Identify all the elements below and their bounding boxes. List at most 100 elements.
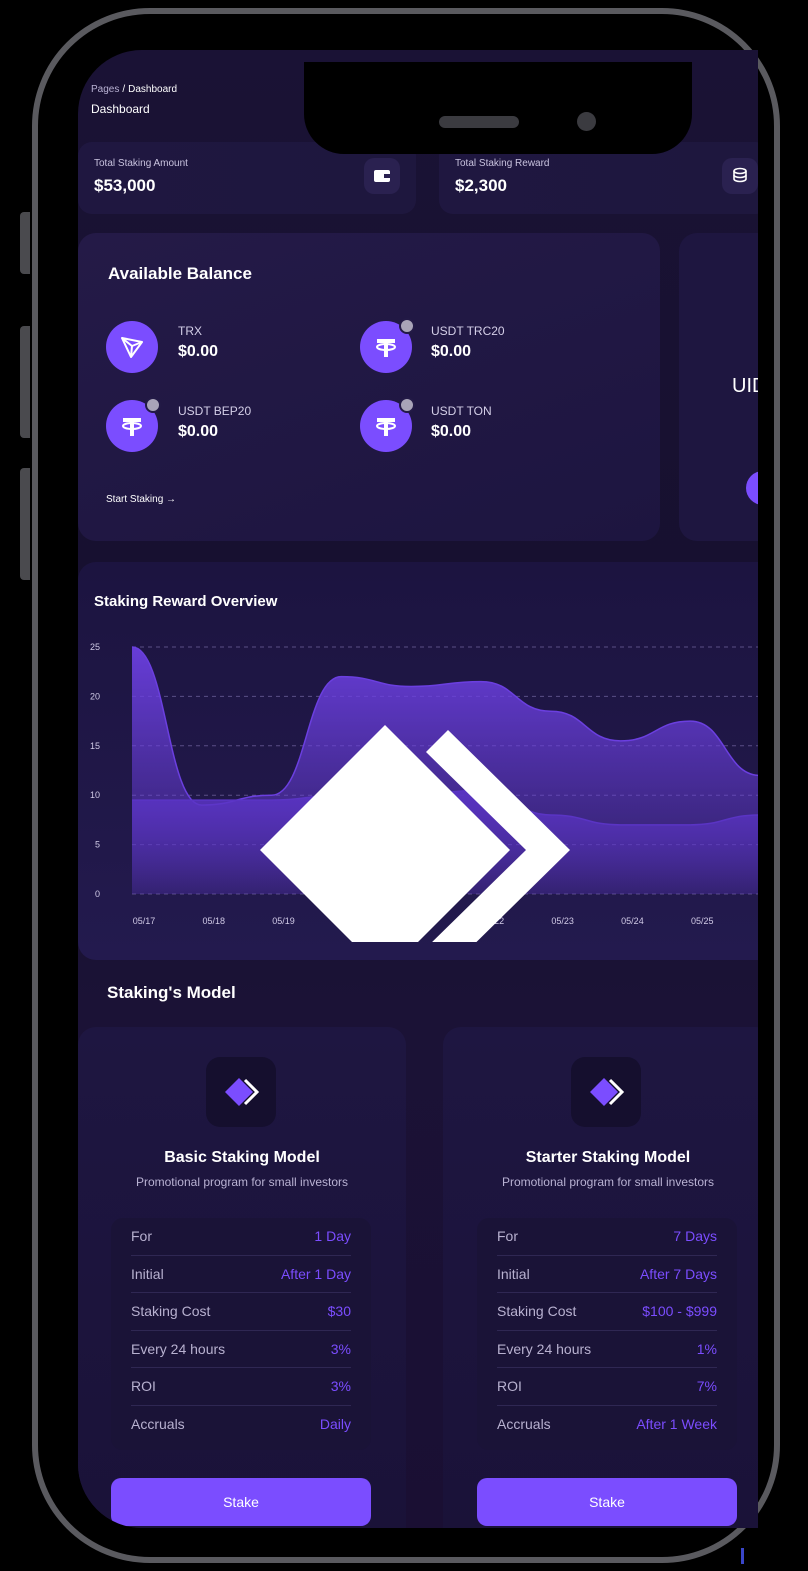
model-terms-table: For 1 Day Initial After 1 Day Staking Cost… [111, 1218, 371, 1450]
model-card-starter: Starter Staking Model Promotional progra… [443, 1027, 758, 1528]
balance-title: Available Balance [108, 264, 252, 283]
stat-label: Total Staking Reward [455, 158, 550, 169]
stake-button[interactable]: Stake [111, 1478, 371, 1526]
models-section-title: Staking's Model [107, 983, 236, 1002]
x-tick-label: 05/23 [551, 916, 574, 926]
term-row: Initial After 1 Day [131, 1256, 351, 1293]
term-row: Initial After 7 Days [497, 1256, 717, 1293]
staking-reward-chart-card: Staking Reward Overview 0 5 10 15 20 25 05/17 0… [78, 562, 758, 960]
term-value: $100 - $999 [642, 1303, 717, 1320]
coin-name: USDT BEP20 [178, 404, 252, 418]
term-label: Every 24 hours [131, 1340, 226, 1357]
term-row: ROI 7% [497, 1368, 717, 1406]
stat-label: Total Staking Amount [94, 158, 188, 169]
staking-reward-chart: 051015202505/1705/1805/1905/2005/2105/22… [90, 642, 758, 942]
y-tick-label: 15 [90, 741, 100, 751]
term-value: 1 Day [314, 1228, 351, 1245]
coin-name: TRX [178, 324, 202, 338]
network-badge-icon [399, 318, 415, 334]
coin-name: USDT TON [431, 404, 492, 418]
uid-action-button[interactable] [746, 471, 758, 505]
term-value: 3% [330, 1340, 351, 1357]
term-value: Daily [319, 1416, 351, 1433]
model-description: Promotional program for small investors [501, 1175, 715, 1189]
term-row: Staking Cost $100 - $999 [497, 1293, 717, 1331]
term-label: For [497, 1228, 518, 1245]
x-tick-label: 05/19 [272, 916, 295, 926]
coin-value: $0.00 [178, 423, 219, 440]
term-label: Staking Cost [131, 1303, 211, 1320]
wallet-icon [364, 158, 400, 194]
term-label: Initial [131, 1265, 164, 1282]
term-row: Accruals Daily [131, 1406, 351, 1444]
y-tick-label: 10 [90, 790, 100, 800]
chart-title: Staking Reward Overview [94, 593, 278, 610]
breadcrumb: Pages / Dashboard [91, 84, 177, 95]
term-row: Every 24 hours 3% [131, 1331, 351, 1368]
term-value: After 1 Week [636, 1416, 717, 1433]
term-row: ROI 3% [131, 1368, 351, 1406]
coin-value: $0.00 [431, 423, 472, 440]
term-row: For 7 Days [497, 1218, 717, 1256]
breadcrumb-parent[interactable]: Pages [91, 84, 119, 95]
model-description: Promotional program for small investors [135, 1175, 349, 1189]
term-value: 3% [330, 1378, 351, 1395]
tron-icon [106, 321, 158, 373]
x-tick-label: 05/18 [203, 916, 226, 926]
scroll-indicator[interactable] [741, 1548, 744, 1564]
stat-value: $2,300 [455, 176, 507, 195]
y-tick-label: 20 [90, 691, 100, 701]
tether-icon [360, 397, 415, 452]
volume-up-button [20, 326, 30, 438]
term-row: Staking Cost $30 [131, 1293, 351, 1331]
mute-switch [20, 212, 30, 274]
available-balance-card: Available Balance TRX $0.00 USDT TRC20 $… [78, 233, 660, 541]
y-tick-label: 25 [90, 642, 100, 652]
term-value: 1% [696, 1340, 717, 1357]
x-tick-label: 05/25 [691, 916, 714, 926]
term-value: $30 [327, 1303, 351, 1320]
stat-value: $53,000 [94, 176, 156, 195]
model-name: Starter Staking Model [525, 1149, 691, 1166]
model-card-basic: Basic Staking Model Promotional program … [78, 1027, 406, 1528]
front-camera [577, 112, 596, 131]
term-value: 7 Days [673, 1228, 717, 1245]
y-tick-label: 5 [95, 840, 100, 850]
model-logo-icon [206, 1057, 276, 1127]
model-logo-icon [571, 1057, 641, 1127]
volume-down-button [20, 468, 30, 580]
coin-name: USDT TRC20 [431, 324, 505, 338]
phone-notch [304, 62, 692, 154]
start-staking-link[interactable]: Start Staking → [106, 494, 176, 505]
term-label: Accruals [497, 1416, 551, 1433]
term-label: ROI [131, 1378, 156, 1395]
term-value: After 7 Days [639, 1265, 717, 1282]
app-screen: Pages / Dashboard Dashboard Total Staking … [78, 50, 758, 1528]
network-badge-icon [145, 397, 161, 413]
term-row: Accruals After 1 Week [497, 1406, 717, 1444]
term-label: Initial [497, 1265, 530, 1282]
model-name: Basic Staking Model [164, 1149, 320, 1166]
term-value: 7% [696, 1378, 717, 1395]
term-label: ROI [497, 1378, 522, 1395]
term-row: Every 24 hours 1% [497, 1331, 717, 1368]
term-row: For 1 Day [131, 1218, 351, 1256]
term-label: Accruals [131, 1416, 185, 1433]
stake-button[interactable]: Stake [477, 1478, 737, 1526]
x-tick-label: 05/24 [621, 916, 644, 926]
coin-value: $0.00 [431, 343, 472, 360]
x-tick-label: 05/17 [133, 916, 156, 926]
speaker-grille [439, 116, 519, 128]
breadcrumb-separator: / [122, 84, 126, 95]
uid-label: UID [732, 375, 758, 397]
network-badge-icon [399, 397, 415, 413]
coin-value: $0.00 [178, 343, 219, 360]
term-label: Every 24 hours [497, 1340, 592, 1357]
page-title: Dashboard [91, 102, 150, 116]
term-label: For [131, 1228, 152, 1245]
y-tick-label: 0 [95, 889, 100, 899]
tether-icon [360, 318, 415, 373]
tether-icon [106, 397, 161, 452]
uid-card: UID [679, 233, 758, 541]
term-value: After 1 Day [280, 1265, 351, 1282]
